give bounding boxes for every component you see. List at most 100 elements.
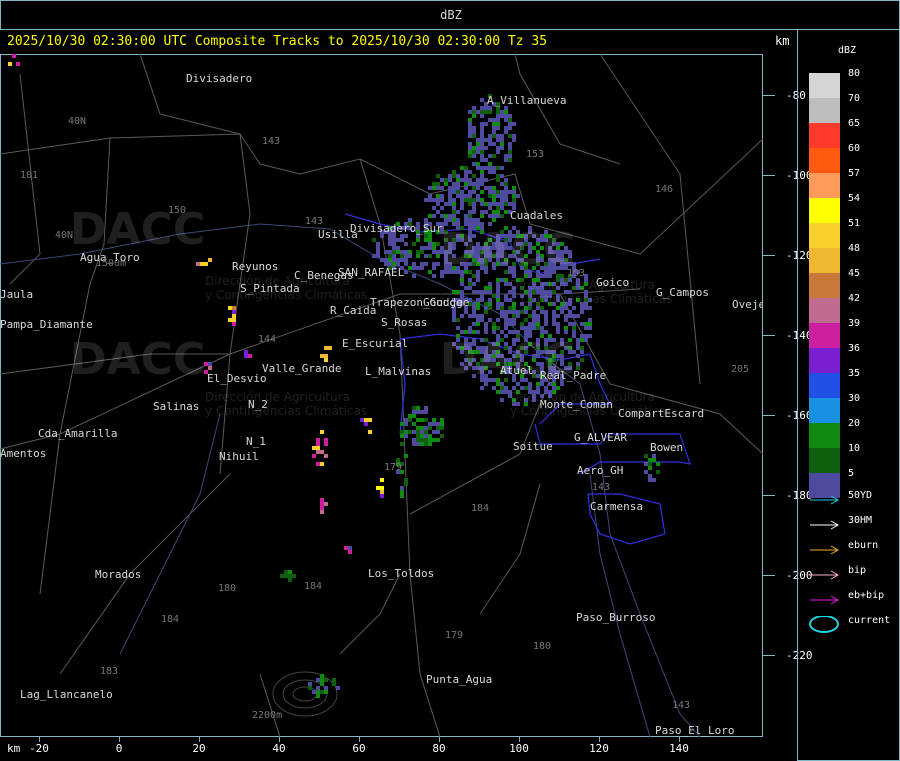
echo-cell: [656, 462, 660, 466]
echo-cell: [528, 322, 532, 326]
echo-cell: [500, 314, 504, 318]
echo-cell: [424, 254, 428, 258]
echo-cell: [476, 322, 480, 326]
echo-cell: [380, 490, 384, 494]
echo-cell: [452, 198, 456, 202]
echo-cell: [336, 686, 340, 690]
echo-cell: [416, 406, 420, 410]
route-label: 143: [672, 700, 691, 711]
echo-cell: [472, 198, 476, 202]
echo-cell: [372, 254, 376, 258]
echo-cell: [448, 218, 452, 222]
echo-cell: [404, 430, 408, 434]
window-title: dBZ: [440, 8, 462, 22]
echo-cell: [484, 158, 488, 162]
echo-cell: [436, 426, 440, 430]
echo-cell: [468, 210, 472, 214]
echo-cell: [400, 442, 404, 446]
echo-cell: [492, 130, 496, 134]
echo-cell: [512, 134, 516, 138]
echo-cell: [468, 218, 472, 222]
echo-cell: [448, 202, 452, 206]
echo-cell: [416, 438, 420, 442]
place-label: S_Pintada: [240, 282, 300, 295]
route-label: 143: [305, 216, 324, 227]
legend-value: 42: [848, 293, 861, 304]
echo-cell: [512, 318, 516, 322]
echo-cell: [436, 438, 440, 442]
echo-cell: [472, 314, 476, 318]
echo-cell: [488, 282, 492, 286]
radar-map[interactable]: DACC Dirección de Agricultura y Continge…: [0, 54, 763, 737]
echo-cell: [396, 258, 400, 262]
echo-cell: [292, 574, 296, 578]
echo-cell: [540, 306, 544, 310]
echo-cell: [468, 286, 472, 290]
echo-cell: [316, 686, 320, 690]
echo-cell: [316, 694, 320, 698]
echo-cell: [452, 170, 456, 174]
echo-cell: [588, 318, 592, 322]
legend-value: 70: [848, 93, 861, 104]
echo-cell: [500, 386, 504, 390]
echo-cell: [484, 310, 488, 314]
echo-cell: [480, 182, 484, 186]
echo-cell: [476, 178, 480, 182]
place-label: A_Villanueva: [487, 94, 567, 107]
y-tick-mark: [763, 175, 775, 176]
echo-cell: [320, 462, 324, 466]
echo-cell: [500, 182, 504, 186]
echo-cell: [456, 218, 460, 222]
echo-cell: [492, 170, 496, 174]
echo-cell: [488, 318, 492, 322]
echo-cell: [440, 194, 444, 198]
echo-cell: [588, 322, 592, 326]
echo-cell: [580, 322, 584, 326]
echo-cell: [280, 574, 284, 578]
x-tick-label: 0: [115, 742, 123, 755]
echo-cell: [472, 106, 476, 110]
echo-cell: [364, 418, 368, 422]
echo-cell: [496, 282, 500, 286]
echo-cell: [416, 434, 420, 438]
echo-cell: [500, 166, 504, 170]
x-tick-label: 140: [669, 742, 689, 755]
echo-cell: [408, 418, 412, 422]
place-label: Cda_Amarilla: [38, 427, 118, 440]
echo-cell: [488, 154, 492, 158]
echo-cell: [288, 578, 292, 582]
echo-cell: [468, 214, 472, 218]
place-label: SAN_RAFAEL: [338, 266, 405, 279]
echo-cell: [492, 202, 496, 206]
echo-cell: [556, 326, 560, 330]
echo-cell: [456, 178, 460, 182]
echo-cell: [576, 338, 580, 342]
echo-cell: [428, 246, 432, 250]
echo-cell: [492, 198, 496, 202]
echo-cell: [444, 214, 448, 218]
echo-cell: [308, 682, 312, 686]
echo-cell: [492, 210, 496, 214]
echo-cell: [404, 482, 408, 486]
route-label: 205: [731, 364, 750, 375]
legend-title: dBZ: [838, 45, 857, 56]
echo-cell: [512, 138, 516, 142]
route-label: 184: [304, 581, 323, 592]
echo-cell: [404, 242, 408, 246]
echo-cell: [512, 310, 516, 314]
echo-cell: [472, 186, 476, 190]
place-label: Atuel: [500, 364, 534, 377]
place-label: N_2: [248, 398, 268, 411]
echo-cell: [496, 294, 500, 298]
echo-cell: [404, 434, 408, 438]
echo-cell: [544, 314, 548, 318]
place-label: Bowen: [650, 441, 684, 454]
echo-cell: [532, 322, 536, 326]
echo-cell: [648, 462, 652, 466]
echo-cell: [480, 294, 484, 298]
echo-cell: [464, 174, 468, 178]
legend-value: 39: [848, 318, 861, 329]
echo-cell: [420, 250, 424, 254]
echo-cell: [572, 326, 576, 330]
radar-display: dBZ 2025/10/30 02:30:00 UTC Composite Tr…: [0, 0, 900, 761]
